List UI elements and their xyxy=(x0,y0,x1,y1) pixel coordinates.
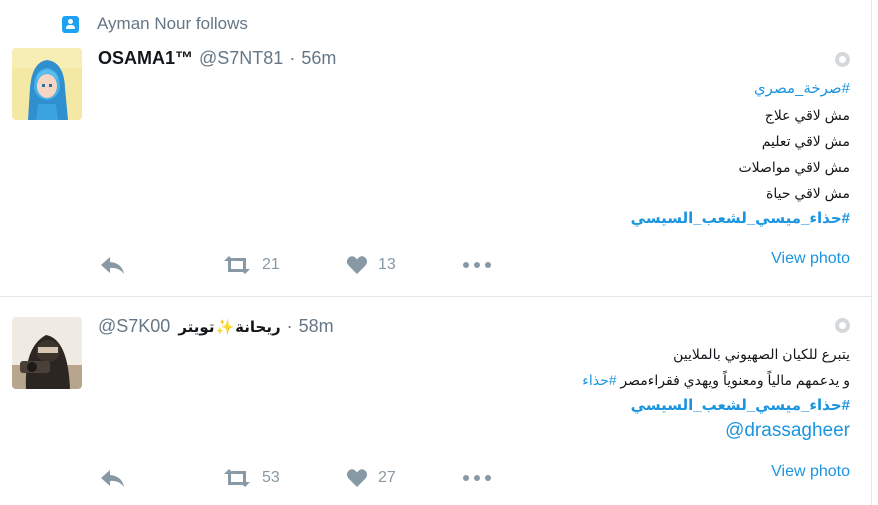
avatar[interactable] xyxy=(12,317,82,389)
social-context-text[interactable]: Ayman Nour follows xyxy=(97,14,248,34)
view-photo-link[interactable]: View photo xyxy=(771,250,850,268)
tweet-text: #صرخة_مصري مش لاقي علاج مش لاقي تعليم مش… xyxy=(631,76,850,232)
more-button[interactable] xyxy=(462,467,492,489)
retweet-button[interactable]: 21 xyxy=(222,254,346,276)
username[interactable]: @S7K00 xyxy=(98,316,170,337)
reply-button[interactable] xyxy=(100,467,222,489)
tweet-line: مش لاقي حياة xyxy=(766,185,850,201)
retweet-icon xyxy=(224,256,250,274)
like-count: 27 xyxy=(378,469,396,486)
reply-icon xyxy=(101,470,124,487)
username[interactable]: @S7NT81 xyxy=(199,48,283,69)
view-photo-link[interactable]: View photo xyxy=(771,463,850,481)
like-count: 13 xyxy=(378,256,396,273)
more-icon xyxy=(463,475,491,481)
globe-icon[interactable] xyxy=(835,52,850,67)
tweet-line: يتبرع للكيان الصهيوني بالملايين xyxy=(673,346,850,362)
globe-icon[interactable] xyxy=(835,318,850,333)
tweet-header[interactable]: @S7K00 ريحانة✨تويتر · 58m xyxy=(98,316,334,337)
tweet-header[interactable]: OSAMA1™ @S7NT81 · 56m xyxy=(98,48,336,69)
like-button[interactable]: 13 xyxy=(346,254,462,276)
like-button[interactable]: 27 xyxy=(346,467,462,489)
reply-button[interactable] xyxy=(100,254,222,276)
hashtag-link[interactable]: #حذاء_ميسي_لشعب_السيسي xyxy=(631,206,850,232)
heart-icon xyxy=(346,256,368,274)
tweet-line: و يدعمهم مالياً ومعنوياً ويهدي فقراءمصر … xyxy=(582,367,850,393)
display-name[interactable]: OSAMA1™ xyxy=(98,48,193,69)
tweet-actions: 21 13 xyxy=(100,254,492,276)
tweet-card[interactable]: @S7K00 ريحانة✨تويتر · 58m يتبرع للكيان ا… xyxy=(0,296,872,505)
timestamp[interactable]: 56m xyxy=(301,48,336,69)
display-name-part: تويتر xyxy=(178,319,215,336)
tweet-line: مش لاقي علاج xyxy=(764,107,850,123)
more-icon xyxy=(463,262,491,268)
display-name[interactable]: ريحانة✨تويتر xyxy=(178,318,280,336)
hashtag-link[interactable]: #حذاء_ميسي_لشعب_السيسي xyxy=(582,393,850,419)
tweet-line-text: و يدعمهم مالياً ومعنوياً ويهدي فقراءمصر xyxy=(620,372,850,388)
tweet-line: مش لاقي تعليم xyxy=(761,133,850,149)
hashtag-link[interactable]: #حذاء xyxy=(582,372,616,388)
hashtag-link[interactable]: #صرخة_مصري xyxy=(631,76,850,102)
sparkle-icon: ✨ xyxy=(215,319,235,336)
person-follow-icon xyxy=(62,15,79,33)
mention-link[interactable]: @drassagheer xyxy=(582,419,850,443)
more-button[interactable] xyxy=(462,254,492,276)
retweet-count: 53 xyxy=(262,469,280,486)
tweet-actions: 53 27 xyxy=(100,467,492,489)
social-context: Ayman Nour follows xyxy=(62,14,248,34)
timestamp[interactable]: 58m xyxy=(299,316,334,337)
reply-icon xyxy=(101,257,124,274)
retweet-icon xyxy=(224,469,250,487)
header-separator: · xyxy=(286,316,293,336)
avatar[interactable] xyxy=(12,48,82,120)
tweet-line: مش لاقي مواصلات xyxy=(738,159,850,175)
retweet-count: 21 xyxy=(262,256,280,273)
heart-icon xyxy=(346,469,368,487)
header-separator: · xyxy=(289,48,296,68)
retweet-button[interactable]: 53 xyxy=(222,467,346,489)
tweet-card[interactable]: Ayman Nour follows OSAMA1™ @S7NT81 · 56m… xyxy=(0,0,872,296)
tweet-text: يتبرع للكيان الصهيوني بالملايين و يدعمهم… xyxy=(582,341,850,443)
display-name-part: ريحانة xyxy=(235,319,281,336)
